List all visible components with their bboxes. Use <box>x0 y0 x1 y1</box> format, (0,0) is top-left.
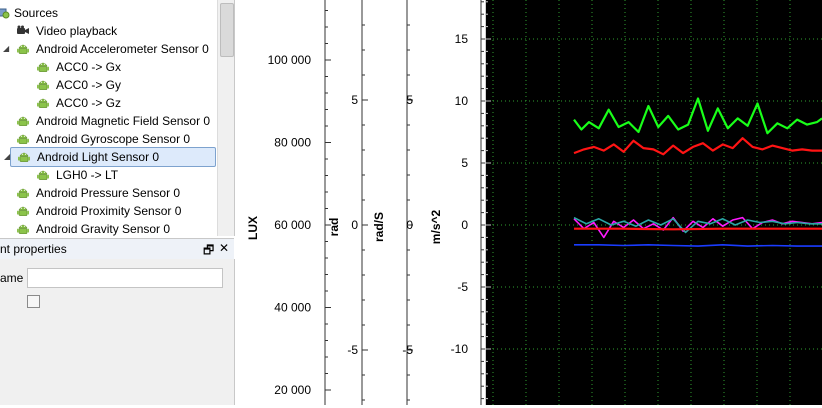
tree-item-label: ACC0 -> Gx <box>56 60 122 74</box>
tick-label: -10 <box>451 342 469 356</box>
series-line-red <box>573 137 822 156</box>
tree-item-label: Android Gyroscope Sensor 0 <box>36 132 191 146</box>
tree-item-video-playback[interactable]: Video playback <box>0 22 216 40</box>
tree-item-acc0-gy[interactable]: ACC0 -> Gy <box>0 76 216 94</box>
expand-triangle-icon[interactable]: ◢ <box>3 40 9 58</box>
tick-label: 5 <box>351 93 358 107</box>
axis-label: LUX <box>246 216 260 240</box>
tree-item-label: LGH0 -> LT <box>56 168 119 182</box>
axis-label: rad <box>327 218 341 237</box>
tick-label: 80 000 <box>274 136 311 150</box>
name-input[interactable] <box>27 268 223 288</box>
tree-item-label: ACC0 -> Gy <box>56 78 122 92</box>
axis-label: rad/S <box>372 212 386 242</box>
tree-item-label: Android Light Sensor 0 <box>37 150 160 164</box>
close-panel-icon[interactable]: ✕ <box>219 241 229 255</box>
plot-area[interactable] <box>485 0 822 405</box>
tick-label: 0 <box>461 218 468 232</box>
tick-label: 100 000 <box>268 53 312 67</box>
sources-tree[interactable]: Sources Video playback ◢ Android Accelerome… <box>0 0 235 236</box>
tree-item-android-pressure-sensor-0[interactable]: Android Pressure Sensor 0 <box>0 184 216 202</box>
tree-scrollbar-thumb[interactable] <box>220 3 234 57</box>
tick-label: 5 <box>461 156 468 170</box>
tick-label: 15 <box>455 32 469 46</box>
tree-item-acc0-gz[interactable]: ACC0 -> Gz <box>0 94 216 112</box>
tick-label: -5 <box>347 343 358 357</box>
tree-item-android-proximity-sensor-0[interactable]: Android Proximity Sensor 0 <box>0 202 216 220</box>
tree-item-android-gravity-sensor-0[interactable]: Android Gravity Sensor 0 <box>0 220 216 236</box>
tree-item-label: Android Pressure Sensor 0 <box>36 186 181 200</box>
tick-label: 60 000 <box>274 218 311 232</box>
tick-label: 10 <box>455 94 469 108</box>
tree-item-android-gyroscope-sensor-0[interactable]: Android Gyroscope Sensor 0 <box>0 130 216 148</box>
axis-label: m/s^2 <box>429 209 443 244</box>
properties-header: nt properties 🗗 ✕ <box>0 238 234 260</box>
tick-label: -5 <box>457 280 468 294</box>
series-line-blue <box>574 244 822 247</box>
tree-item-android-magnetic-field-sensor-0[interactable]: Android Magnetic Field Sensor 0 <box>0 112 216 130</box>
tree-item-label: ACC0 -> Gz <box>56 96 122 110</box>
tree-item-android-accelerometer-sensor-0[interactable]: ◢ Android Accelerometer Sensor 0 <box>0 40 216 58</box>
tree-root-sources[interactable]: Sources <box>0 4 216 22</box>
properties-title: nt properties <box>0 242 67 256</box>
tree-scrollbar[interactable] <box>217 0 234 236</box>
tree-item-android-light-sensor-0[interactable]: ◢ Android Light Sensor 0 <box>4 147 216 167</box>
tree-item-label: Android Gravity Sensor 0 <box>36 222 171 236</box>
tick-label: 20 000 <box>274 383 311 397</box>
tick-label: 0 <box>351 218 358 232</box>
chart-axes: LUX 20 000 40 000 60 000 80 000 100 000 rad -5 0… <box>235 0 487 405</box>
series-line-red <box>574 227 822 231</box>
expand-triangle-icon[interactable]: ◢ <box>4 148 10 166</box>
properties-panel: ame <box>0 259 235 405</box>
plot-svg <box>485 0 822 405</box>
name-label: ame <box>0 271 24 285</box>
tree-item-label: Video playback <box>36 24 118 38</box>
series-line-green <box>573 97 822 135</box>
property-checkbox[interactable] <box>27 295 40 308</box>
tree-item-label: Android Accelerometer Sensor 0 <box>36 42 209 56</box>
tree-item-label: Sources <box>14 6 59 20</box>
axes-svg: LUX 20 000 40 000 60 000 80 000 100 000 rad -5 0… <box>246 0 487 405</box>
tree-item-label: Android Magnetic Field Sensor 0 <box>36 114 211 128</box>
tick-label: 40 000 <box>274 301 311 315</box>
tree-item-lgh0-lt[interactable]: LGH0 -> LT <box>0 166 216 184</box>
tree-item-label: Android Proximity Sensor 0 <box>36 204 182 218</box>
tree-item-acc0-gx[interactable]: ACC0 -> Gx <box>0 58 216 76</box>
